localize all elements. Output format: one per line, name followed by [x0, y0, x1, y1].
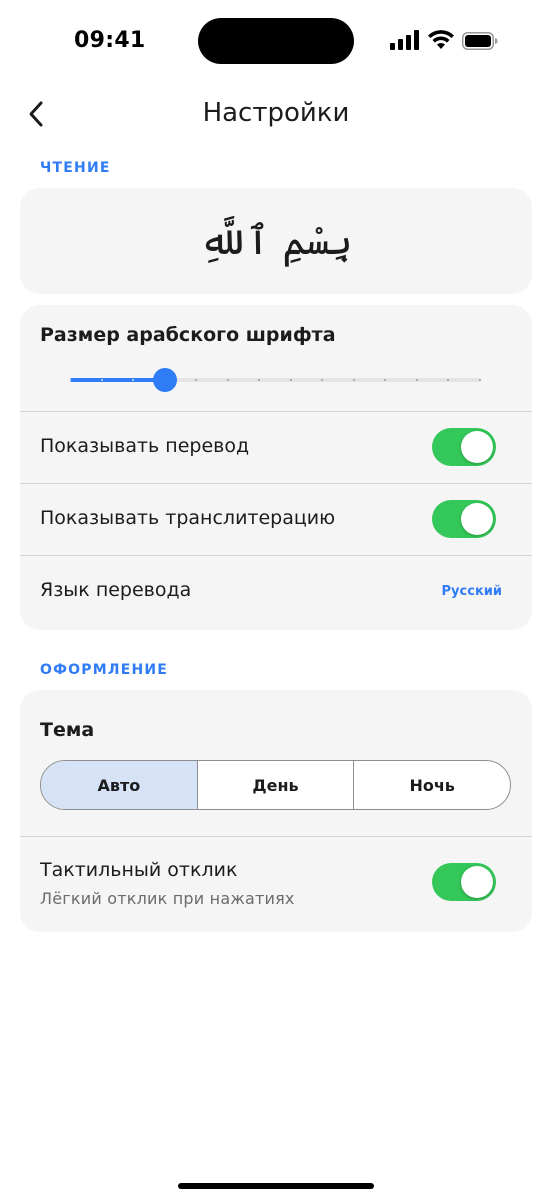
show-transliteration-row[interactable]: Показывать транслитерацию [20, 483, 532, 555]
section-label-reading: ЧТЕНИЕ [40, 160, 111, 176]
theme-option-auto[interactable]: Авто [41, 761, 197, 809]
font-size-row: Размер арабского шрифта [20, 305, 532, 411]
slider-tick [352, 379, 355, 381]
status-bar: 09:41 [0, 0, 552, 84]
haptics-sublabel: Лёгкий отклик при нажатиях [40, 889, 295, 908]
slider-tick [69, 379, 71, 381]
haptics-row[interactable]: Тактильный отклик Лёгкий отклик при нажа… [20, 836, 532, 932]
haptics-toggle[interactable] [432, 863, 496, 901]
show-transliteration-label: Показывать транслитерацию [40, 507, 336, 529]
theme-option-day[interactable]: День [196, 761, 354, 809]
theme-label: Тема [40, 719, 95, 741]
arabic-preview-text: بِسْمِ ٱللَّهِ [199, 218, 353, 264]
theme-row: Тема Авто День Ночь [20, 690, 532, 836]
font-size-label: Размер арабского шрифта [40, 324, 336, 346]
translation-language-label: Язык перевода [40, 579, 192, 601]
toggle-knob [461, 503, 493, 535]
font-size-slider[interactable] [69, 367, 481, 393]
slider-fill [70, 378, 165, 382]
battery-icon [462, 32, 498, 50]
slider-tick [289, 379, 292, 381]
translation-language-row[interactable]: Язык перевода Русский [20, 555, 532, 630]
cellular-signal-icon [390, 30, 419, 50]
reading-settings-card: Размер арабского шрифта Показывать перев… [20, 305, 532, 630]
slider-tick [100, 379, 103, 381]
navigation-bar: Настройки [0, 84, 552, 146]
arabic-preview-card: بِسْمِ ٱللَّهِ [20, 188, 532, 294]
toggle-knob [461, 866, 493, 898]
slider-tick [415, 379, 418, 381]
slider-tick [226, 379, 229, 381]
home-indicator [178, 1183, 374, 1189]
toggle-knob [461, 431, 493, 463]
wifi-icon [428, 30, 454, 49]
status-time: 09:41 [74, 28, 146, 53]
show-translation-toggle[interactable] [432, 428, 496, 466]
show-translation-label: Показывать перевод [40, 435, 250, 457]
theme-segmented-control: Авто День Ночь [40, 760, 511, 810]
show-transliteration-toggle[interactable] [432, 500, 496, 538]
haptics-label: Тактильный отклик [40, 859, 238, 881]
status-icons [390, 30, 502, 52]
slider-tick [479, 379, 481, 381]
page-title: Настройки [202, 98, 350, 128]
show-translation-row[interactable]: Показывать перевод [20, 411, 532, 483]
translation-language-value[interactable]: Русский [442, 584, 502, 599]
theme-option-night[interactable]: Ночь [353, 761, 510, 809]
appearance-settings-card: Тема Авто День Ночь Тактильный отклик Лё… [20, 690, 532, 932]
section-label-appearance: ОФОРМЛЕНИЕ [40, 662, 169, 678]
dynamic-island [198, 18, 354, 64]
slider-thumb[interactable] [152, 368, 177, 392]
